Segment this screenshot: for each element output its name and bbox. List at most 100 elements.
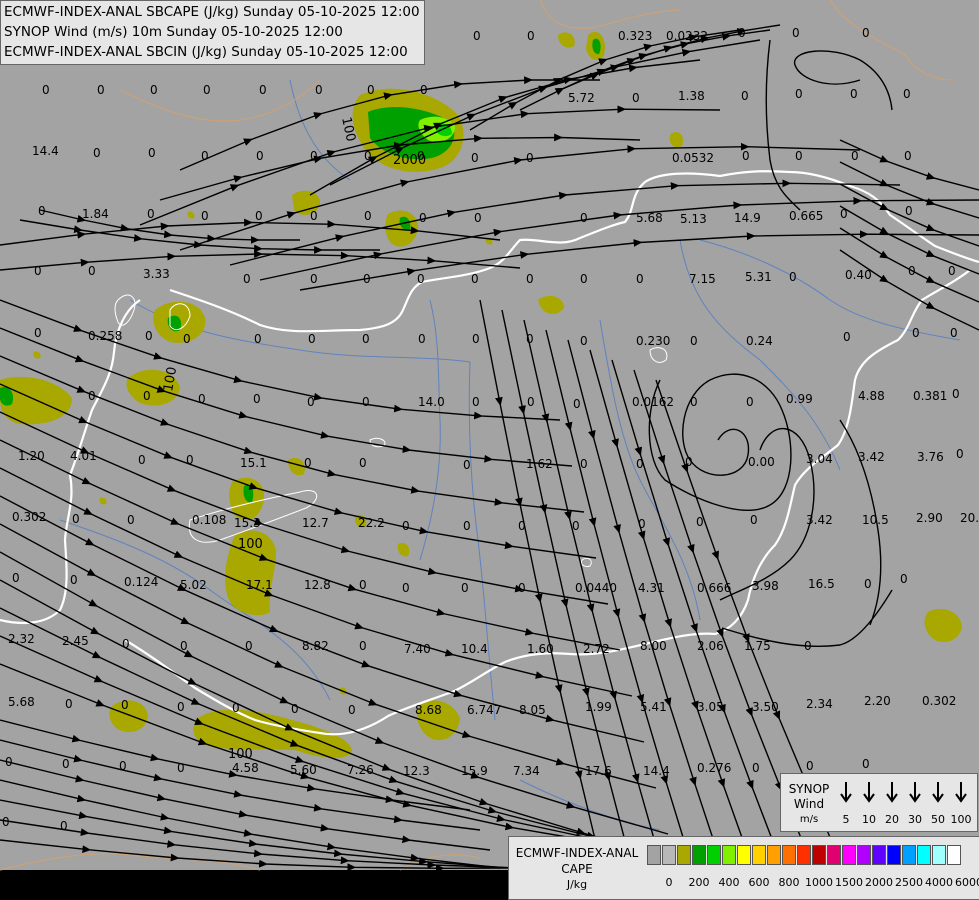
- station-value: 0: [418, 332, 426, 346]
- cape-legend-title: ECMWF-INDEX-ANAL CAPE J/kg: [513, 845, 641, 893]
- station-value: 0: [580, 211, 588, 225]
- station-value: 0: [471, 272, 479, 286]
- wind-arrow-icon: 5: [835, 781, 857, 829]
- station-value: 0: [259, 83, 267, 97]
- cape-tick-label: 600: [748, 876, 770, 889]
- station-value: 3.04: [806, 452, 833, 466]
- station-value: 5.68: [636, 211, 663, 225]
- station-value: 8.82: [302, 639, 329, 653]
- station-value: 4.58: [232, 761, 259, 775]
- cape-color-swatch: [722, 845, 736, 865]
- station-value: 1.60: [527, 642, 554, 656]
- station-value: 5.68: [8, 695, 35, 709]
- station-value: 5.31: [745, 270, 772, 284]
- station-value: 4.31: [638, 581, 665, 595]
- station-value: 0.302: [12, 510, 46, 524]
- station-value: 5.60: [290, 763, 317, 777]
- station-value: 0: [792, 26, 800, 40]
- station-value: 1.99: [585, 700, 612, 714]
- station-value: 0.666: [697, 581, 731, 595]
- wind-speed-label: 50: [931, 813, 945, 826]
- station-value: 0.258: [88, 329, 122, 343]
- station-value: 0: [638, 517, 646, 531]
- station-value: 12.7: [302, 516, 329, 530]
- station-value: 2.34: [806, 697, 833, 711]
- station-value: 0: [138, 453, 146, 467]
- station-value: 0.0440: [575, 581, 617, 595]
- cape-color-swatch: [797, 845, 811, 865]
- station-value: 0: [952, 387, 960, 401]
- station-value: 0: [364, 209, 372, 223]
- station-value: 17.6: [585, 764, 612, 778]
- map-header: ECMWF-INDEX-ANAL SBCAPE (J/kg) Sunday 05…: [0, 0, 425, 65]
- station-value: 0.323: [618, 29, 652, 43]
- station-value: 0.276: [697, 761, 731, 775]
- station-value: 0: [34, 264, 42, 278]
- station-value: 15.3: [234, 516, 261, 530]
- station-value: 0: [183, 332, 191, 346]
- wind-legend-unit: m/s: [799, 814, 819, 825]
- station-value: 2.90: [916, 511, 943, 525]
- wind-arrow-icon: 10: [858, 781, 880, 829]
- station-value: 0: [2, 815, 10, 829]
- station-value: 0: [850, 87, 858, 101]
- station-value: 0: [795, 149, 803, 163]
- station-value: 0: [201, 209, 209, 223]
- station-value: 0: [572, 519, 580, 533]
- station-value: 0: [245, 639, 253, 653]
- station-value: 2.20: [864, 694, 891, 708]
- station-value: 15.9: [461, 764, 488, 778]
- station-value: 0: [150, 83, 158, 97]
- station-value: 7.34: [513, 764, 540, 778]
- station-value: 0: [685, 455, 693, 469]
- station-value: 0: [362, 332, 370, 346]
- contour-label: 100: [228, 747, 253, 762]
- station-value: 0: [463, 519, 471, 533]
- station-value: 6.747: [467, 703, 501, 717]
- station-value: 0: [417, 272, 425, 286]
- cape-color-swatch: [752, 845, 766, 865]
- station-value: 8.05: [519, 703, 546, 717]
- station-value: 17.1: [246, 578, 273, 592]
- station-value: 0: [254, 332, 262, 346]
- station-value: 0: [243, 272, 251, 286]
- station-value: 0: [143, 389, 151, 403]
- cape-tick-label: 2000: [865, 876, 893, 889]
- station-value: 2.72: [583, 642, 610, 656]
- cape-tick-label: 200: [688, 876, 710, 889]
- station-value: 0: [88, 389, 96, 403]
- station-value: 0: [62, 757, 70, 771]
- station-value: 0: [864, 577, 872, 591]
- wind-legend: SYNOP Wind m/s 5 10 20 30 50 100: [780, 773, 978, 832]
- cape-color-swatch: [737, 845, 751, 865]
- station-value: 0: [526, 272, 534, 286]
- station-value: 0: [518, 581, 526, 595]
- station-value: 0: [145, 329, 153, 343]
- station-value: 0: [119, 759, 127, 773]
- header-line-cin: ECMWF-INDEX-ANAL SBCIN (J/kg) Sunday 05-…: [4, 44, 408, 60]
- station-value: 0: [364, 149, 372, 163]
- cape-tick-label: 0: [665, 876, 673, 889]
- station-value: 0: [70, 573, 78, 587]
- station-value: 22.2: [358, 516, 385, 530]
- station-value: 0: [253, 392, 261, 406]
- station-value: 0: [806, 759, 814, 773]
- station-value: 10.4: [461, 642, 488, 656]
- cape-color-swatch: [932, 845, 946, 865]
- station-value: 0: [956, 447, 964, 461]
- cape-color-swatch: [812, 845, 826, 865]
- station-value: 0: [463, 458, 471, 472]
- cape-color-scale: [647, 845, 962, 865]
- station-value: 0: [472, 395, 480, 409]
- station-value: 0: [359, 456, 367, 470]
- cape-tick-label: 4000: [925, 876, 953, 889]
- station-value: 0: [690, 395, 698, 409]
- station-value: 0: [310, 272, 318, 286]
- station-value: 0: [177, 761, 185, 775]
- wind-speed-label: 10: [862, 813, 876, 826]
- station-value: 14.4: [643, 764, 670, 778]
- station-value: 0: [471, 151, 479, 165]
- cape-color-swatch: [647, 845, 661, 865]
- cape-color-swatch: [782, 845, 796, 865]
- station-value: 0: [750, 513, 758, 527]
